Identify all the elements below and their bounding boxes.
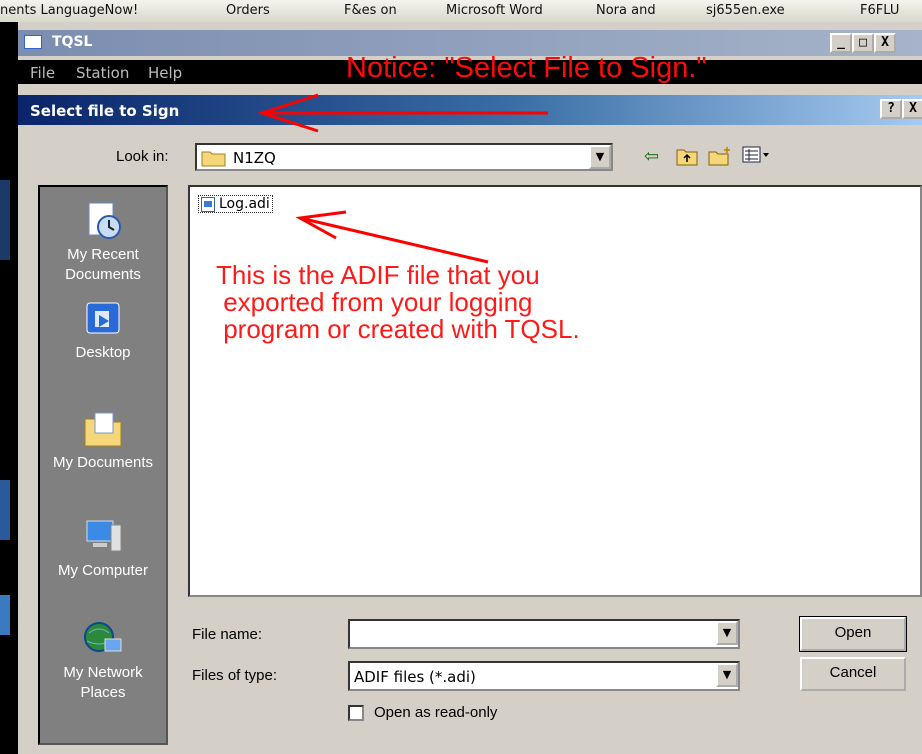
my-computer-icon bbox=[86, 520, 122, 552]
notice-annotation: Notice: "Select File to Sign." bbox=[346, 52, 707, 84]
taskbar-item[interactable]: Orders bbox=[226, 3, 270, 18]
adif-file-icon bbox=[201, 197, 215, 212]
read-only-checkbox[interactable] bbox=[348, 705, 364, 721]
desktop-icon bbox=[86, 302, 120, 334]
taskbar-item[interactable]: sj655en.exe bbox=[706, 3, 785, 18]
close-button[interactable]: X bbox=[874, 33, 896, 53]
place-my-documents[interactable]: My Documents bbox=[40, 409, 166, 473]
taskbar-item[interactable]: F6FLU bbox=[860, 3, 899, 18]
look-in-label: Look in: bbox=[116, 148, 169, 165]
file-list[interactable]: Log.adi bbox=[188, 185, 922, 597]
menu-help[interactable]: Help bbox=[148, 64, 182, 82]
menu-station[interactable]: Station bbox=[76, 64, 129, 82]
taskbar-item[interactable]: Microsoft Word bbox=[446, 3, 543, 18]
menu-file[interactable]: File bbox=[30, 64, 55, 82]
place-desktop[interactable]: Desktop bbox=[40, 299, 166, 363]
files-of-type-label: Files of type: bbox=[192, 667, 278, 684]
new-folder-icon[interactable] bbox=[708, 146, 732, 171]
chevron-down-icon[interactable]: ▼ bbox=[716, 621, 738, 645]
look-in-value: N1ZQ bbox=[233, 149, 276, 167]
desktop-background bbox=[0, 480, 10, 540]
place-label: Desktop bbox=[75, 344, 131, 361]
place-network-places[interactable]: My Network Places bbox=[40, 619, 166, 703]
files-of-type-value: ADIF files (*.adi) bbox=[354, 668, 476, 686]
file-name-input[interactable]: ▼ bbox=[348, 619, 740, 649]
open-button[interactable]: Open bbox=[799, 616, 907, 652]
chevron-down-icon[interactable]: ▼ bbox=[589, 145, 611, 169]
dialog-title-bar[interactable]: Select file to Sign ? X bbox=[18, 95, 922, 125]
look-in-combo[interactable]: N1ZQ ▼ bbox=[195, 143, 613, 171]
tqsl-app-icon bbox=[24, 35, 42, 49]
dialog-close-button[interactable]: X bbox=[902, 99, 922, 119]
folder-icon bbox=[201, 151, 226, 167]
chevron-down-icon[interactable]: ▼ bbox=[716, 663, 738, 687]
place-label: My Computer bbox=[57, 562, 149, 579]
places-bar: My Recent Documents Desktop My Documents bbox=[38, 185, 168, 745]
dialog-title: Select file to Sign bbox=[30, 102, 180, 120]
my-documents-icon bbox=[84, 412, 122, 447]
view-menu-icon[interactable] bbox=[742, 146, 770, 169]
cancel-button[interactable]: Cancel bbox=[800, 657, 906, 691]
place-my-computer[interactable]: My Computer bbox=[40, 517, 166, 581]
taskbar-item[interactable]: Nora and bbox=[596, 3, 656, 18]
adif-callout-annotation: This is the ADIF file that you exported … bbox=[216, 260, 580, 344]
tqsl-title: TQSL bbox=[52, 34, 93, 50]
read-only-label: Open as read-only bbox=[374, 704, 498, 721]
desktop-background bbox=[0, 595, 10, 635]
up-folder-icon[interactable] bbox=[676, 146, 698, 171]
place-recent-documents[interactable]: My Recent Documents bbox=[40, 201, 166, 285]
minimize-button[interactable]: _ bbox=[830, 33, 852, 53]
select-file-dialog: Select file to Sign ? X Look in: N1ZQ ▼ … bbox=[18, 95, 922, 754]
recent-documents-icon bbox=[88, 202, 121, 239]
desktop-taskbar: nents LanguageNow! Orders F&es on Micros… bbox=[0, 0, 922, 22]
file-name-label: File name: bbox=[192, 626, 263, 643]
desktop-background bbox=[0, 180, 10, 260]
file-name: Log.adi bbox=[219, 196, 270, 212]
network-places-icon bbox=[84, 622, 122, 652]
file-item[interactable]: Log.adi bbox=[198, 195, 273, 213]
taskbar-item[interactable]: nents LanguageNow! bbox=[0, 3, 138, 18]
place-label: My Recent Documents bbox=[65, 246, 141, 283]
files-of-type-select[interactable]: ADIF files (*.adi) ▼ bbox=[348, 661, 740, 691]
place-label: My Network Places bbox=[63, 664, 143, 701]
taskbar-item[interactable]: F&es on bbox=[344, 3, 397, 18]
back-arrow-icon[interactable]: ⇦ bbox=[644, 146, 659, 167]
maximize-button[interactable]: □ bbox=[852, 33, 874, 53]
help-button[interactable]: ? bbox=[880, 99, 902, 119]
place-label: My Documents bbox=[52, 454, 154, 471]
